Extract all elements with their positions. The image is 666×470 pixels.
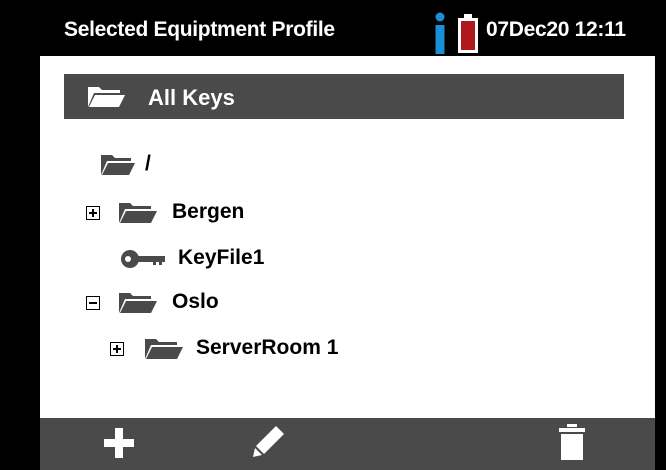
folder-icon xyxy=(119,203,157,223)
tree-item-bergen[interactable]: Bergen xyxy=(86,198,306,228)
battery-icon xyxy=(458,14,478,53)
device-screen: Selected Equiptment Profile 07Dec20 12:1… xyxy=(0,0,666,470)
delete-icon xyxy=(559,424,585,460)
tree-item-label: KeyFile1 xyxy=(178,246,265,269)
tree-item-label: Oslo xyxy=(172,290,219,313)
screen-title: Selected Equiptment Profile xyxy=(64,18,335,41)
edit-icon xyxy=(253,426,284,457)
status-bar: Selected Equiptment Profile 07Dec20 12:1… xyxy=(40,0,655,62)
tree-header-label: All Keys xyxy=(148,85,235,110)
add-icon xyxy=(104,428,134,458)
folder-icon xyxy=(88,87,125,107)
tree-item-keyfile1[interactable]: KeyFile1 xyxy=(120,244,320,274)
info-icon[interactable] xyxy=(433,12,447,54)
tree-header-all-keys[interactable]: All Keys xyxy=(64,74,624,119)
tree-item-serverroom-1[interactable]: ServerRoom 1 xyxy=(110,334,370,364)
collapse-icon[interactable] xyxy=(86,296,100,310)
folder-icon xyxy=(119,293,157,313)
date-time: 07Dec20 12:11 xyxy=(486,18,626,41)
edit-button[interactable] xyxy=(240,418,300,470)
expand-icon[interactable] xyxy=(110,342,124,356)
tree-item-oslo[interactable]: Oslo xyxy=(86,288,286,318)
tree-item-label: ServerRoom 1 xyxy=(196,336,339,359)
action-toolbar xyxy=(40,418,655,470)
tree-item-root[interactable]: / xyxy=(100,150,180,180)
add-button[interactable] xyxy=(88,418,148,470)
delete-button[interactable] xyxy=(542,418,602,470)
tree-item-label: Bergen xyxy=(172,200,245,223)
key-icon xyxy=(121,250,165,268)
tree-item-label: / xyxy=(145,152,151,175)
folder-icon xyxy=(101,155,135,175)
folder-icon xyxy=(145,339,183,359)
expand-icon[interactable] xyxy=(86,206,100,220)
key-tree-panel: All Keys / Bergen KeyFile1 Oslo ServerRo… xyxy=(40,56,655,418)
